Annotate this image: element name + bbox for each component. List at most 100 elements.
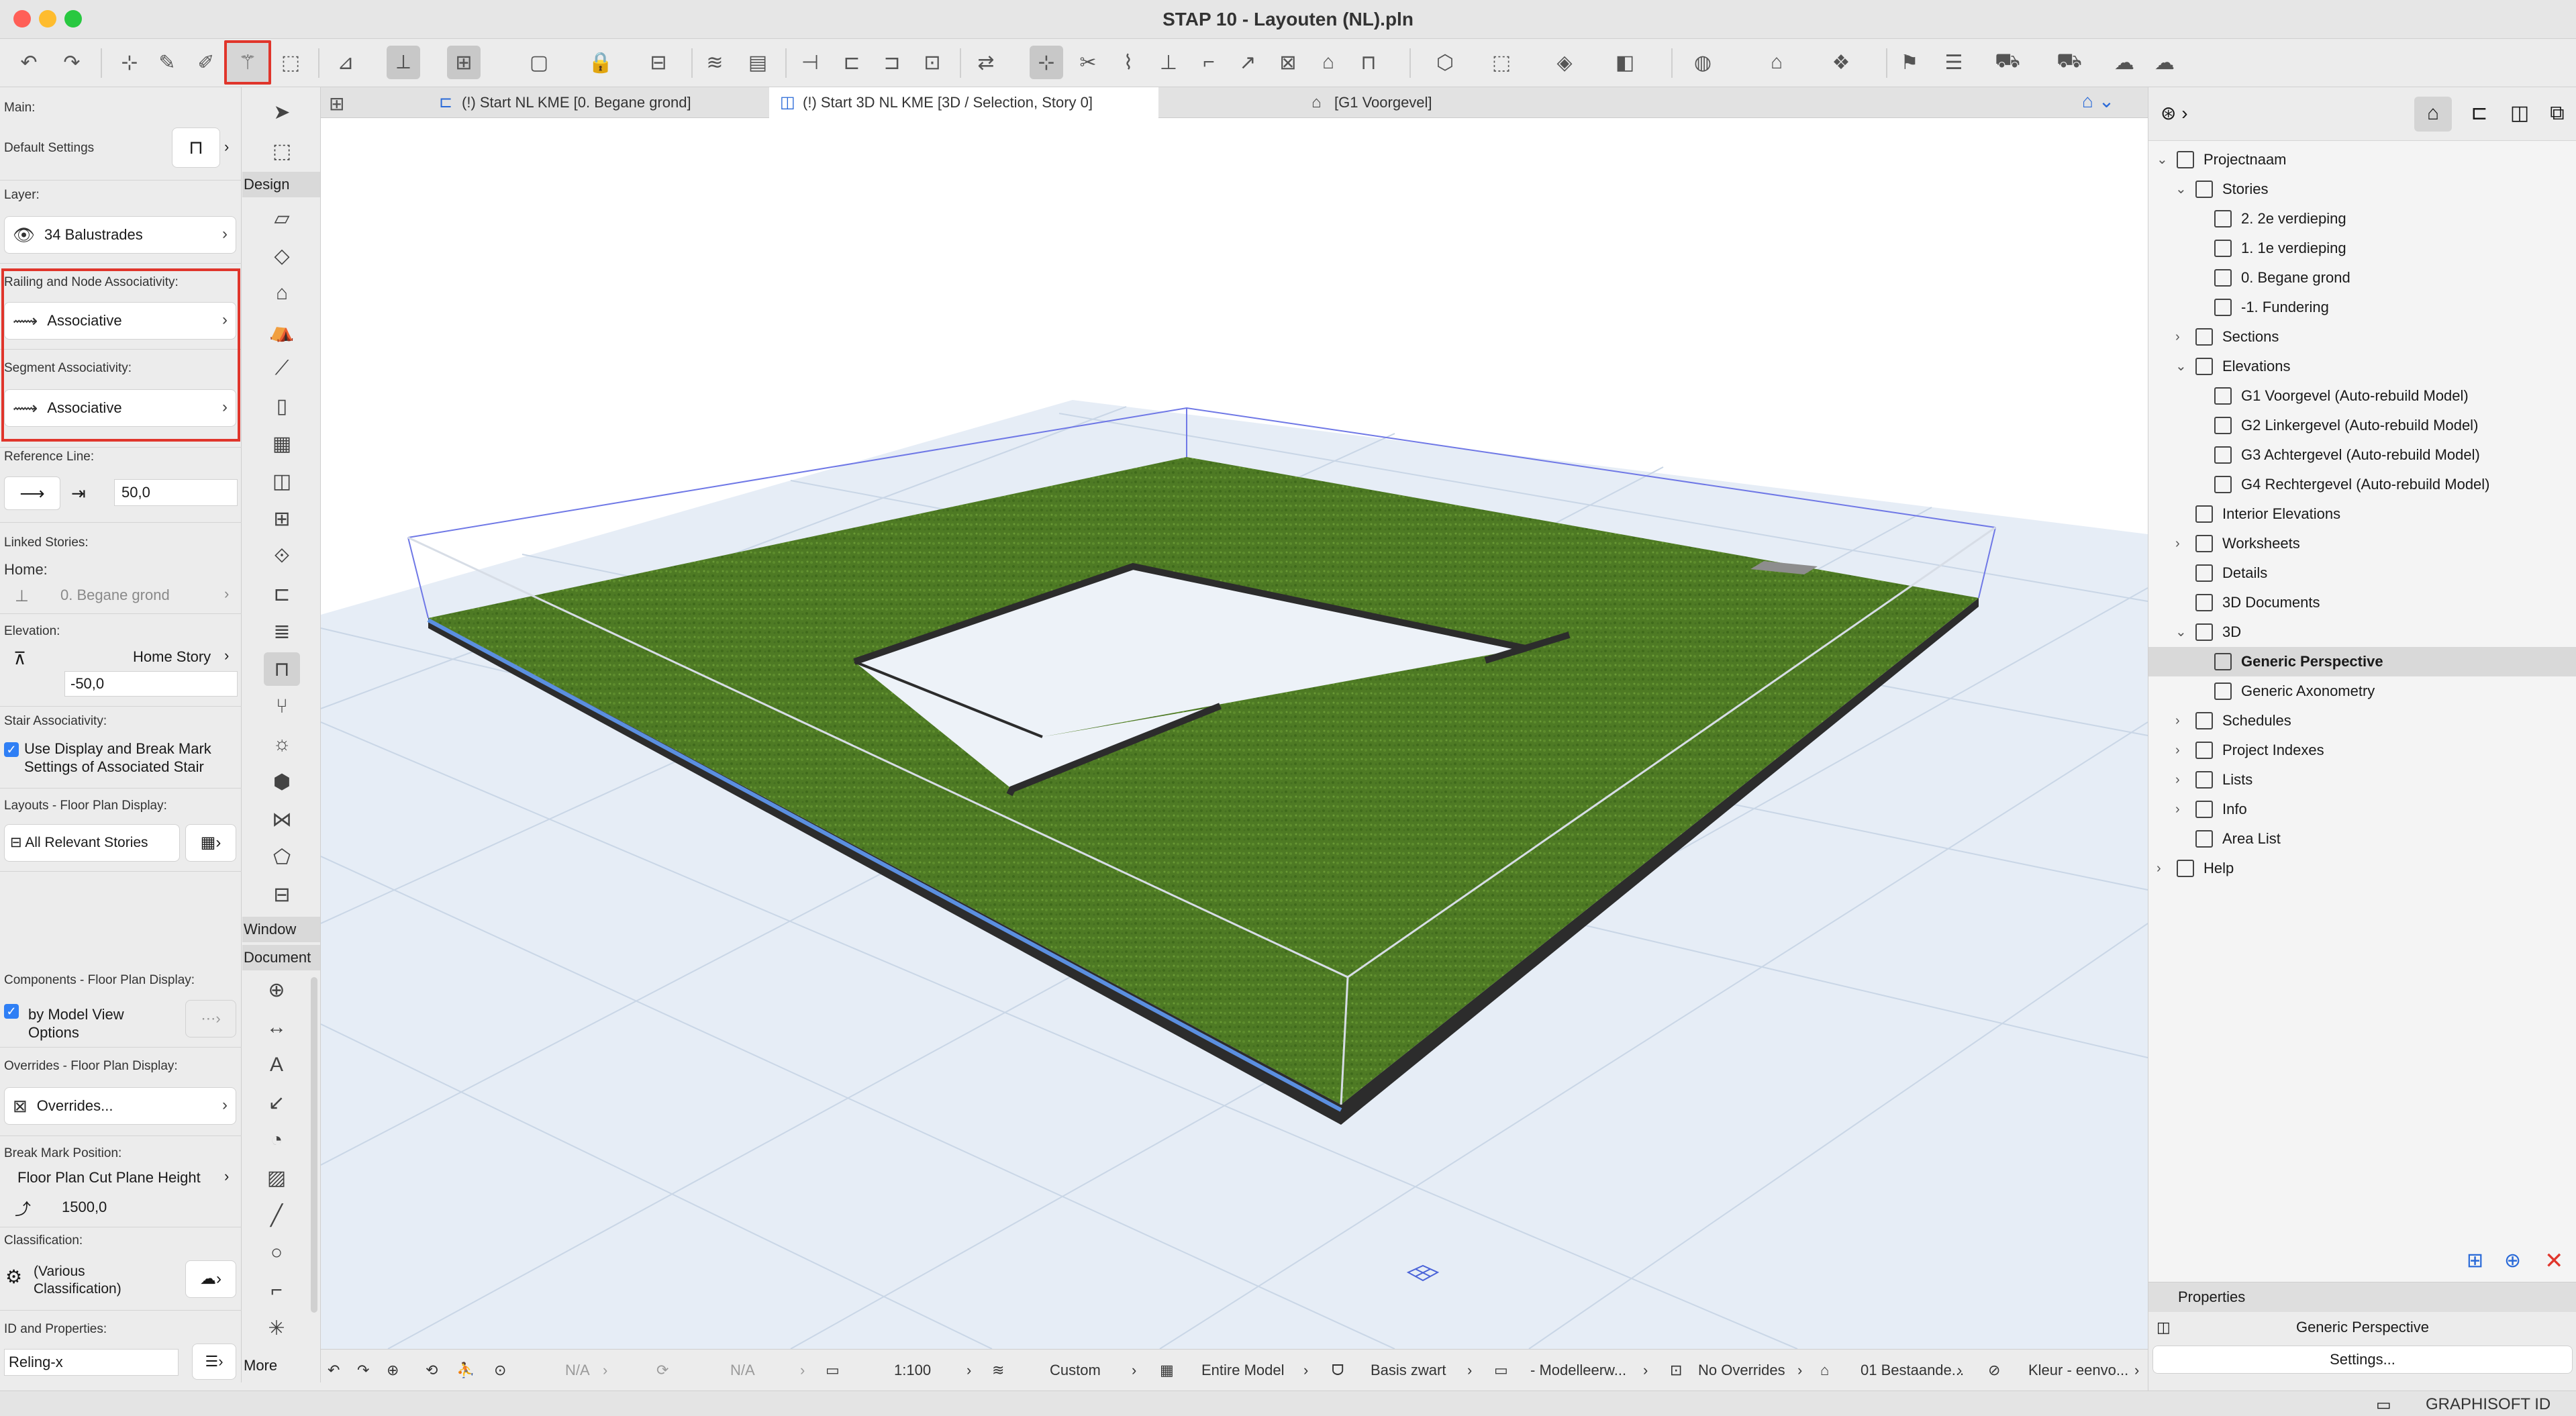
chevron-right-icon[interactable]: ›: [1957, 1362, 1962, 1379]
guide-lines-icon[interactable]: ⊿: [329, 46, 362, 79]
marquee-icon[interactable]: ⬚: [1485, 46, 1518, 79]
view-3d-icon[interactable]: ⬡: [1428, 46, 1462, 79]
split-icon[interactable]: ✂: [1071, 46, 1105, 79]
stair-landing-tool-icon[interactable]: ⊟: [264, 878, 300, 911]
cutaway-icon[interactable]: ◧: [1608, 46, 1642, 79]
zoom-in-icon[interactable]: ⊕: [387, 1362, 399, 1379]
navigator-item[interactable]: › Project Indexes: [2148, 736, 2576, 765]
design-section-header[interactable]: Design: [242, 172, 320, 197]
panels-icon[interactable]: ▭: [2376, 1395, 2391, 1415]
tab-elevation[interactable]: ⌂ [G1 Voorgevel]: [1301, 87, 1502, 118]
railing-tool-icon[interactable]: ⊓: [264, 652, 300, 686]
navigator-item[interactable]: -1. Fundering: [2148, 293, 2576, 322]
magic-wand-icon[interactable]: ⚚: [224, 40, 271, 85]
navigator-item[interactable]: Generic Axonometry: [2148, 676, 2576, 706]
floor-plan-display-icon[interactable]: ▦›: [185, 824, 236, 862]
navigator-item[interactable]: Generic Perspective: [2148, 647, 2576, 676]
layouts-selector[interactable]: ⊟ All Relevant Stories: [4, 824, 180, 862]
project-map-icon[interactable]: ⊛ ›: [2161, 102, 2188, 124]
railing-settings-icon[interactable]: ⊓: [172, 128, 220, 168]
chevron-right-icon[interactable]: ›: [224, 647, 229, 664]
navigator-item[interactable]: Area List: [2148, 824, 2576, 854]
chair-tool-icon[interactable]: ⑂: [264, 690, 300, 723]
hatch-tool-icon[interactable]: ▨: [258, 1161, 295, 1195]
lock-icon[interactable]: 🔒: [584, 46, 617, 79]
navigator-item[interactable]: G1 Voorgevel (Auto-rebuild Model): [2148, 381, 2576, 411]
offset-icon[interactable]: ⊥: [1152, 46, 1185, 79]
tab-floor-plan[interactable]: ⊏ (!) Start NL KME [0. Begane grond]: [428, 87, 744, 118]
project-map-tab-icon[interactable]: ⌂: [2414, 97, 2452, 132]
na-field-2[interactable]: N/A: [730, 1362, 755, 1379]
shell-tool-icon[interactable]: ⛺: [264, 314, 300, 348]
angle-icon[interactable]: ⟳: [656, 1362, 668, 1379]
properties-header[interactable]: Properties: [2148, 1282, 2576, 1312]
walk-icon[interactable]: ⛹: [456, 1362, 475, 1379]
align-icon[interactable]: ⊹: [1030, 46, 1063, 79]
navigator-item[interactable]: Details: [2148, 558, 2576, 588]
view-options-icon[interactable]: ⌂ ⌄: [2082, 90, 2142, 115]
fill-tool-icon[interactable]: ◔: [258, 1123, 295, 1157]
intersect-icon[interactable]: ⊠: [1271, 46, 1305, 79]
renovation-icon[interactable]: ⌂: [1760, 46, 1793, 79]
edit-tool-2-icon[interactable]: ⊏: [835, 46, 869, 79]
roof-icon[interactable]: ⌂: [1311, 46, 1345, 79]
chevron-right-icon[interactable]: ›: [2157, 854, 2161, 883]
classification-settings-icon[interactable]: ☁›: [185, 1260, 236, 1298]
chevron-right-icon[interactable]: ›: [2175, 765, 2180, 795]
circle-tool-icon[interactable]: ○: [258, 1236, 295, 1270]
model-view-checkbox[interactable]: ✓: [4, 1004, 19, 1019]
curtain-wall-tool-icon[interactable]: ▦: [264, 427, 300, 460]
reference-line-icon[interactable]: ⟶: [4, 476, 60, 510]
chevron-right-icon[interactable]: ›: [1797, 1362, 1802, 1379]
chevron-right-icon[interactable]: ›: [224, 1168, 229, 1185]
navigator-item[interactable]: › Sections: [2148, 322, 2576, 352]
chevron-right-icon[interactable]: ›: [224, 585, 229, 603]
undo-icon[interactable]: ↶: [12, 46, 46, 79]
na-field-1[interactable]: N/A: [565, 1362, 590, 1379]
mirror-icon[interactable]: ⇄: [969, 46, 1003, 79]
navigator-item[interactable]: 2. 2e verdieping: [2148, 204, 2576, 234]
tab-overview-icon[interactable]: ⊞: [329, 93, 344, 115]
window-tool-icon[interactable]: ⊞: [264, 502, 300, 536]
globe-icon[interactable]: ◍: [1686, 46, 1720, 79]
element-transfer-icon[interactable]: ⬚: [274, 46, 307, 79]
marquee-tool-icon[interactable]: ⬚: [264, 134, 300, 168]
delete-icon[interactable]: ✕: [2544, 1248, 2564, 1274]
tab-3d-view[interactable]: ◫ (!) Start 3D NL KME [3D / Selection, S…: [769, 87, 1158, 118]
reference-line-offset-input[interactable]: 50,0: [114, 479, 238, 506]
chevron-down-icon[interactable]: ⌄: [2175, 352, 2187, 381]
navigator-item[interactable]: › Worksheets: [2148, 529, 2576, 558]
stair-tool-icon[interactable]: ≣: [264, 615, 300, 648]
chevron-down-icon[interactable]: ⌄: [2175, 617, 2187, 647]
break-mark-mode[interactable]: Floor Plan Cut Plane Height: [17, 1169, 201, 1186]
object-tool-icon[interactable]: ⊏: [264, 577, 300, 611]
navigator-item[interactable]: ⌄ Elevations: [2148, 352, 2576, 381]
view-map-tab-icon[interactable]: ⊏: [2463, 97, 2496, 132]
syringe-icon[interactable]: ✐: [189, 46, 223, 79]
navigator-item[interactable]: G3 Achtergevel (Auto-rebuild Model): [2148, 440, 2576, 470]
chevron-right-icon[interactable]: ›: [2175, 529, 2180, 558]
edit-tool-3-icon[interactable]: ⊐: [875, 46, 909, 79]
snap-guides-icon[interactable]: ⟂: [387, 46, 420, 79]
layout-book-tab-icon[interactable]: ◫: [2503, 97, 2536, 132]
chevron-right-icon[interactable]: ›: [1132, 1362, 1136, 1379]
overrides-selector[interactable]: ⊠ Overrides... ›: [4, 1087, 236, 1125]
navigator-item[interactable]: › Info: [2148, 795, 2576, 824]
redo-zoom-icon[interactable]: ↷: [357, 1362, 369, 1379]
arrow-tool-icon[interactable]: ➤: [264, 95, 300, 129]
send-receive-icon[interactable]: ☁: [2148, 46, 2181, 79]
more-label[interactable]: More: [244, 1357, 277, 1374]
flag-icon[interactable]: ⚑: [1893, 46, 1926, 79]
fit-in-window-icon[interactable]: ⊙: [494, 1362, 506, 1379]
graphisoft-id[interactable]: GRAPHISOFT ID: [2426, 1395, 2550, 1414]
slab-tool-icon[interactable]: ◇: [264, 239, 300, 272]
publisher-tab-icon[interactable]: ⧉: [2540, 97, 2574, 132]
settings-button[interactable]: Settings...: [2152, 1346, 2573, 1374]
navigator-item[interactable]: 0. Begane grond: [2148, 263, 2576, 293]
elevation-mode[interactable]: Home Story: [133, 648, 211, 666]
navigator-item[interactable]: › Help: [2148, 854, 2576, 883]
navigator-item[interactable]: 1. 1e verdieping: [2148, 234, 2576, 263]
home-story-value[interactable]: 0. Begane grond: [60, 587, 170, 604]
stair-display-checkbox[interactable]: ✓: [4, 742, 19, 757]
elevation-input[interactable]: -50,0: [64, 671, 238, 697]
